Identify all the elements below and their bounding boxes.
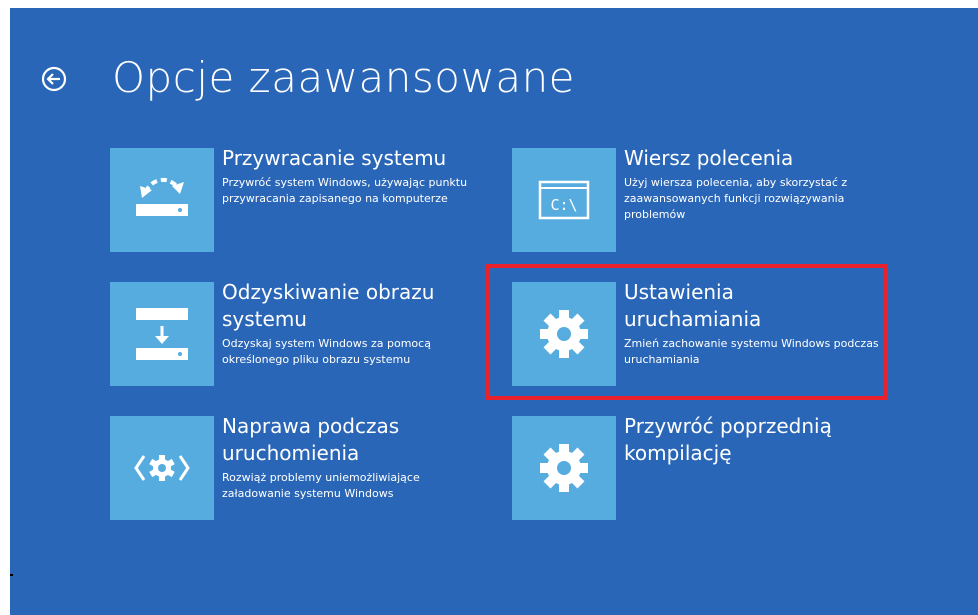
option-startup-repair[interactable]: Naprawa podczas uruchomienia Rozwiąż pro… — [110, 414, 480, 520]
option-tile: C:\ — [512, 148, 616, 252]
option-description: Przywróć system Windows, używając punktu… — [222, 176, 468, 205]
gear-icon — [540, 444, 588, 492]
option-title: Odzyskiwanie obrazu systemu — [222, 280, 435, 331]
option-title: Przywróć poprzednią kompilację — [624, 414, 832, 465]
option-command-prompt[interactable]: C:\ Wiersz polecenia Użyj wiersza polece… — [512, 146, 882, 252]
option-system-restore[interactable]: Przywracanie systemu Przywróć system Win… — [110, 146, 480, 252]
option-description: Rozwiąż problemy uniemożliwiające załado… — [222, 471, 420, 500]
option-title: Naprawa podczas uruchomienia — [222, 414, 400, 465]
startup-repair-icon — [134, 455, 190, 481]
option-title: Przywracanie systemu — [222, 146, 447, 170]
back-arrow-icon — [41, 66, 67, 92]
back-button[interactable] — [38, 63, 70, 95]
option-tile — [110, 282, 214, 386]
recovery-screen: Opcje zaawansowane Przywracanie systemu … — [10, 8, 978, 615]
system-image-recovery-icon — [136, 308, 188, 360]
option-title: Wiersz polecenia — [624, 146, 794, 170]
system-restore-icon — [136, 177, 188, 216]
option-revert-build[interactable]: Przywróć poprzednią kompilację — [512, 414, 882, 520]
option-description: Użyj wiersza polecenia, aby skorzystać z… — [624, 176, 848, 221]
option-system-image-recovery[interactable]: Odzyskiwanie obrazu systemu Odzyskaj sys… — [110, 280, 480, 386]
option-tile — [110, 148, 214, 252]
command-prompt-text: C:\ — [550, 196, 577, 214]
option-description: Odzyskaj system Windows za pomocą określ… — [222, 337, 431, 366]
page-title: Opcje zaawansowane — [112, 53, 576, 102]
command-prompt-icon: C:\ — [538, 180, 590, 220]
option-tile — [110, 416, 214, 520]
stray-dot — [10, 574, 13, 576]
option-tile — [512, 416, 616, 520]
highlight-frame — [486, 264, 888, 400]
